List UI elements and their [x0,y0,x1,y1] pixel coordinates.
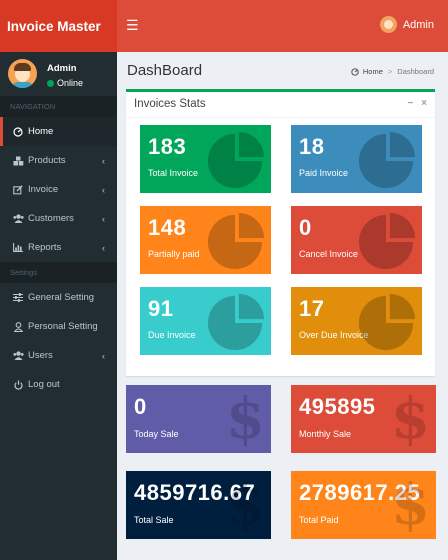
dollar-icon: $ [391,386,430,452]
users-icon [12,351,24,360]
edit-icon [12,184,24,195]
sidebar-item-label: Log out [28,379,60,390]
stat-value: 183 [148,134,187,159]
avatar [379,16,397,33]
user-menu[interactable]: Admin [379,16,434,33]
power-icon [12,380,24,390]
pie-chart-icon [207,132,264,189]
stat-value: 18 [299,134,325,159]
stat-tile-over-due-invoice[interactable]: 17 Over Due Invoice [291,287,422,355]
top-navbar: ☰ Admin [117,0,448,52]
stat-tile-cancel-invoice[interactable]: 0 Cancel Invoice [291,206,422,274]
sidebar-item-label: Invoice [28,184,59,195]
chevron-left-icon: ‹ [102,184,105,195]
user-panel: Admin Online [0,52,117,96]
sidebar-item-label: Reports [28,242,62,253]
sidebar-item-reports[interactable]: Reports ‹ [0,233,117,262]
pie-chart-icon [358,294,415,351]
stat-value: 17 [299,296,325,321]
sidebar-item-logout[interactable]: Log out [0,370,117,399]
sale-tile-monthly[interactable]: 495895 Monthly Sale $ [291,385,436,453]
sidebar-item-label: Customers [28,213,74,224]
online-status-icon [47,79,54,87]
sale-label: Total Sale [134,515,174,525]
breadcrumb-current: Dashboard [397,67,434,76]
sidebar-item-products[interactable]: Products ‹ [0,146,117,175]
sidebar-item-home[interactable]: Home [0,117,117,146]
pie-chart-icon [358,132,415,189]
pie-chart-icon [207,213,264,270]
stat-label: Paid Invoice [299,168,349,178]
dollar-icon: $ [226,386,265,452]
cubes-icon [12,156,24,166]
sidebar-user-name: Admin [47,63,77,74]
users-icon [12,214,24,223]
sliders-icon [12,293,24,302]
sidebar: Admin Online NAVIGATION Home Products ‹ … [0,52,117,560]
breadcrumb: Home > Dashboard [351,67,434,76]
content-header: DashBoard Home > Dashboard [117,52,448,90]
sale-label: Total Paid [299,515,339,525]
stat-tile-paid-invoice[interactable]: 18 Paid Invoice [291,125,422,193]
page-title: DashBoard [127,62,203,79]
stat-label: Cancel Invoice [299,249,359,259]
sale-value: 0 [134,394,147,419]
dollar-icon: $ [226,472,265,538]
sale-tile-today[interactable]: 0 Today Sale $ [126,385,271,453]
box-header: Invoices Stats − × [126,92,435,118]
stat-label: Due Invoice [148,330,196,340]
chevron-left-icon: ‹ [102,350,105,361]
sale-tile-total-sale[interactable]: 4859716.67 Total Sale $ [126,471,271,539]
chevron-left-icon: ‹ [102,242,105,253]
bar-chart-icon [12,243,24,252]
user-icon [12,321,24,332]
sidebar-item-customers[interactable]: Customers ‹ [0,204,117,233]
stat-value: 148 [148,215,187,240]
chevron-left-icon: ‹ [102,213,105,224]
navigation-header: NAVIGATION [0,96,117,117]
sale-tile-total-paid[interactable]: 2789617.25 Total Paid $ [291,471,436,539]
dashboard-icon [12,126,24,137]
pie-chart-icon [207,294,264,351]
stat-tile-due-invoice[interactable]: 91 Due Invoice [140,287,271,355]
pie-chart-icon [358,213,415,270]
stat-tile-partially-paid[interactable]: 148 Partially paid [140,206,271,274]
stat-label: Partially paid [148,249,200,259]
user-status: Online [47,78,83,88]
dashboard-icon [351,67,359,76]
minus-icon[interactable]: − [407,98,413,109]
stat-value: 91 [148,296,174,321]
sidebar-item-personal-setting[interactable]: Personal Setting [0,312,117,341]
breadcrumb-separator: > [387,67,393,76]
breadcrumb-home-link[interactable]: Home [363,67,383,76]
app-logo[interactable]: Invoice Master [0,0,117,52]
sidebar-item-label: Products [28,155,66,166]
hamburger-icon[interactable]: ☰ [126,18,139,32]
avatar [8,59,37,88]
stat-tile-total-invoice[interactable]: 183 Total Invoice [140,125,271,193]
chevron-left-icon: ‹ [102,155,105,166]
sidebar-item-label: General Setting [28,292,95,303]
sale-label: Today Sale [134,429,179,439]
sidebar-item-general-setting[interactable]: General Setting [0,283,117,312]
user-menu-name: Admin [402,18,434,31]
sidebar-item-users[interactable]: Users ‹ [0,341,117,370]
sale-label: Monthly Sale [299,429,352,439]
settings-header: Settings [0,262,117,283]
stat-value: 0 [299,215,312,240]
box-tools: − × [407,98,427,109]
sidebar-item-label: Home [28,126,54,137]
close-icon[interactable]: × [421,98,427,109]
sale-value: 495895 [299,394,376,419]
sidebar-item-label: Personal Setting [28,321,98,332]
sidebar-item-invoice[interactable]: Invoice ‹ [0,175,117,204]
dollar-icon: $ [391,472,430,538]
stat-label: Total Invoice [148,168,199,178]
sidebar-item-label: Users [28,350,53,361]
user-status-label: Online [57,78,84,88]
box-title: Invoices Stats [134,98,206,110]
